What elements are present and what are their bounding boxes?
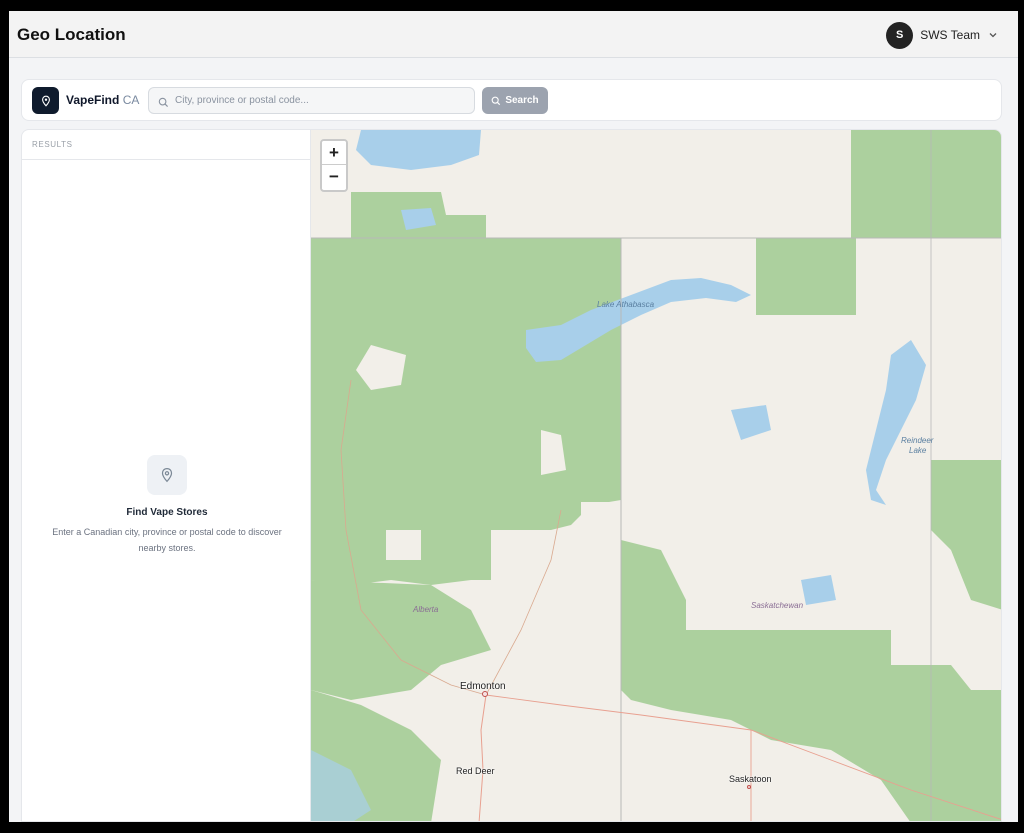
zoom-control: + − <box>320 139 348 192</box>
zoom-in-button[interactable]: + <box>322 141 346 165</box>
map-view[interactable]: + − Lake Athabasca Reindeer Lake Alberta… <box>310 129 1002 822</box>
results-header: RESULTS <box>22 130 311 160</box>
brand-name: VapeFind <box>66 93 120 107</box>
map-label-reindeer-lake-1: Reindeer <box>901 436 934 445</box>
map-pin-icon <box>147 455 187 495</box>
search-bar: VapeFind CA Search <box>21 79 1002 121</box>
search-button[interactable]: Search <box>482 87 548 114</box>
map-label-reindeer-lake-2: Lake <box>909 446 927 455</box>
zoom-out-button[interactable]: − <box>322 165 346 189</box>
map-label-lake-athabasca: Lake Athabasca <box>597 300 655 309</box>
avatar[interactable]: S <box>886 21 914 49</box>
chevron-down-icon[interactable] <box>988 29 1000 41</box>
search-icon <box>491 96 501 105</box>
empty-state-title: Find Vape Stores <box>126 507 208 518</box>
map-label-red-deer[interactable]: Red Deer <box>456 766 495 776</box>
top-bar: Geo Location S SWS Team <box>9 11 1018 58</box>
page-title: Geo Location <box>17 25 126 44</box>
results-panel: RESULTS Find Vape Stores Enter a Canadia… <box>21 129 311 822</box>
map-tiles[interactable] <box>311 130 1002 822</box>
empty-state-description: Enter a Canadian city, province or posta… <box>52 527 282 553</box>
search-input[interactable] <box>175 88 470 113</box>
city-marker-icon <box>747 785 751 789</box>
city-marker-icon <box>482 691 488 697</box>
search-field[interactable] <box>148 87 475 114</box>
map-label-saskatchewan: Saskatchewan <box>751 601 804 610</box>
brand-logo: VapeFind CA <box>66 93 139 107</box>
search-icon <box>158 95 169 113</box>
user-name[interactable]: SWS Team <box>920 28 980 42</box>
app-window: Geo Location S SWS Team VapeFind CA Sear… <box>9 11 1018 822</box>
map-label-saskatoon[interactable]: Saskatoon <box>729 774 772 784</box>
map-pin-icon <box>32 87 59 114</box>
user-menu[interactable]: S SWS Team <box>886 21 1000 49</box>
empty-state: Find Vape Stores Enter a Canadian city, … <box>22 455 312 556</box>
brand-suffix: CA <box>122 93 140 107</box>
map-label-alberta: Alberta <box>413 605 439 614</box>
search-button-label: Search <box>505 95 539 106</box>
